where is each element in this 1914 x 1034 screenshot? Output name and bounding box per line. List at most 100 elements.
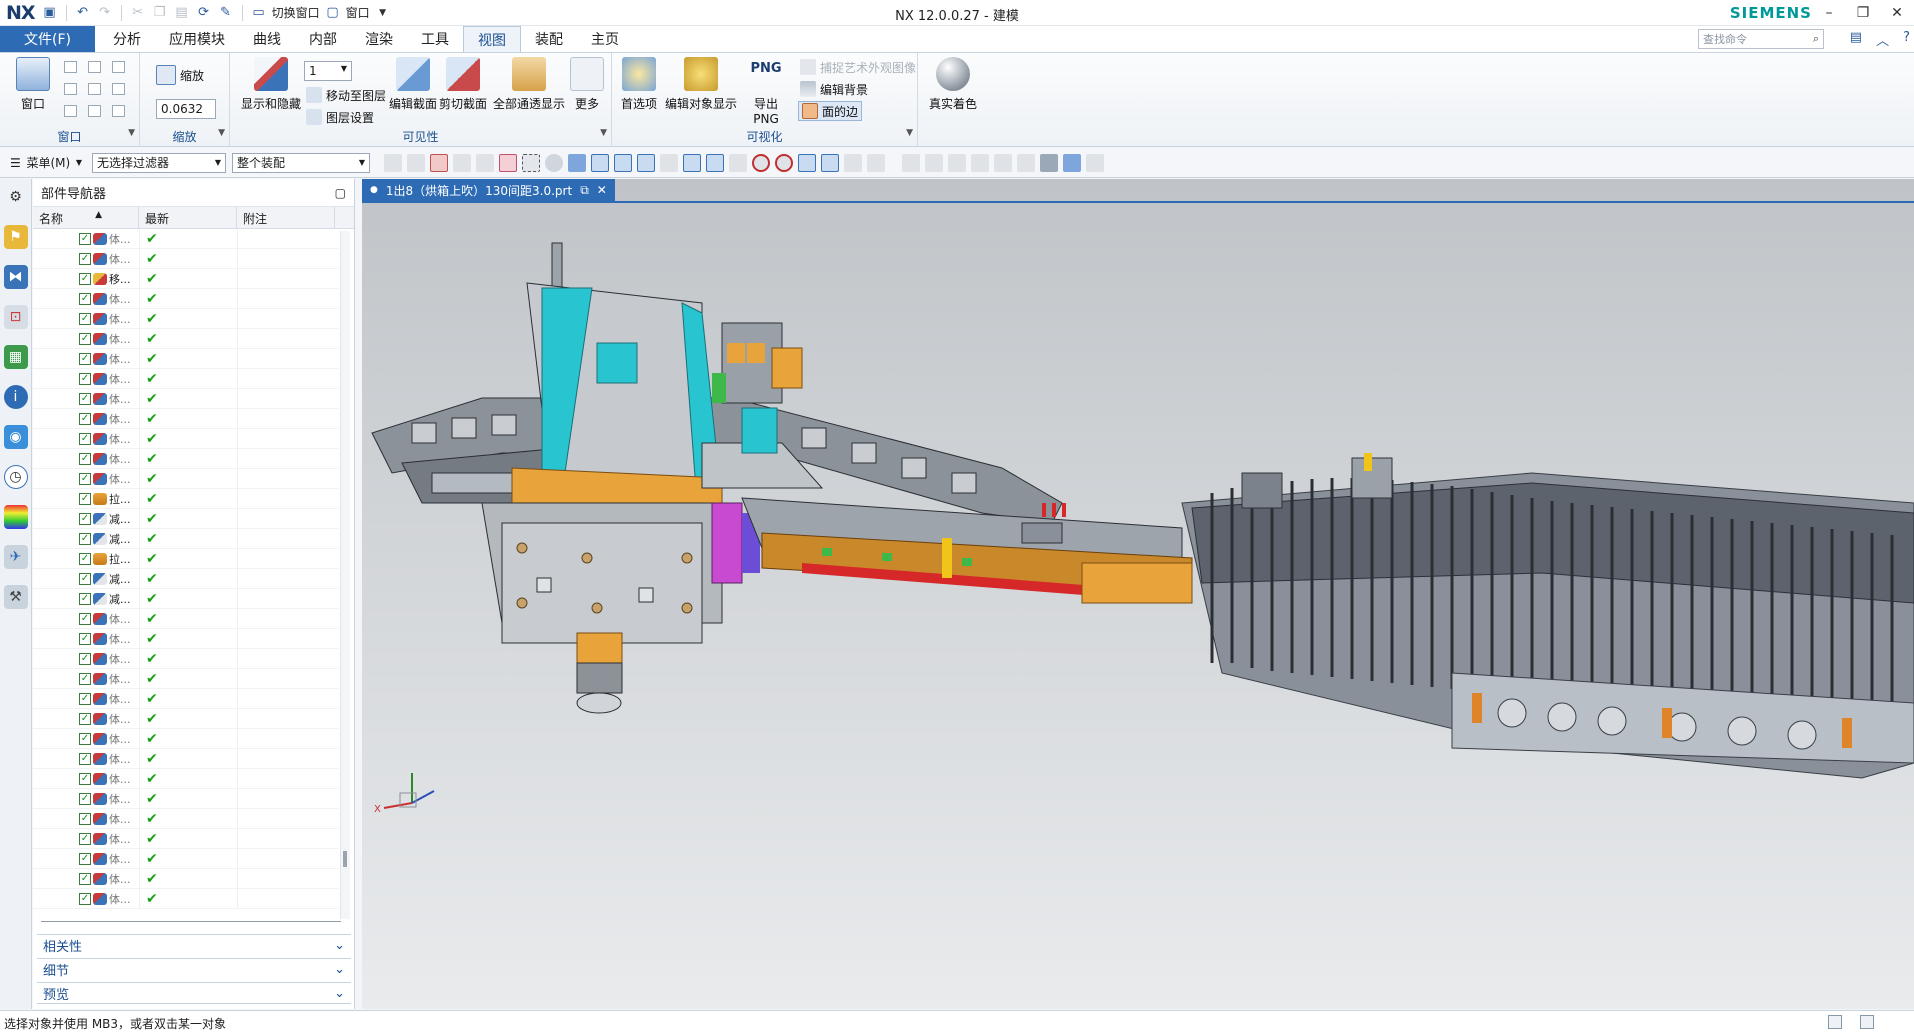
arc-center-icon[interactable] — [706, 153, 724, 172]
bounded-grid-icon[interactable] — [844, 153, 862, 172]
visibility-checkbox[interactable]: ✓ — [79, 852, 91, 865]
select-all-icon[interactable] — [407, 153, 425, 172]
navigator-scrollbar[interactable] — [340, 231, 350, 919]
control-point-icon[interactable] — [660, 153, 678, 172]
save-icon[interactable]: ▣ — [41, 4, 59, 22]
visibility-checkbox[interactable]: ✓ — [79, 352, 91, 365]
paste-icon[interactable]: ▤ — [173, 4, 191, 22]
visibility-checkbox[interactable]: ✓ — [79, 492, 91, 505]
window-icon[interactable]: ▢ — [324, 4, 342, 22]
visibility-checkbox[interactable]: ✓ — [79, 392, 91, 405]
navigator-row[interactable]: ✓ 拉... ✔ — [33, 548, 338, 569]
cut-icon[interactable]: ✂ — [129, 4, 147, 22]
info-icon[interactable]: i — [3, 385, 28, 409]
navigator-row[interactable]: ✓ 体... ✔ — [33, 408, 338, 429]
layout-single-icon[interactable] — [64, 61, 77, 73]
filter-icon[interactable] — [384, 153, 402, 172]
constraint-navigator-icon[interactable]: ⧓ — [3, 265, 28, 289]
navigator-row[interactable]: ✓ 拉... ✔ — [33, 488, 338, 509]
navigator-row[interactable]: ✓ 体... ✔ — [33, 768, 338, 789]
process-studio-icon[interactable]: ✈ — [3, 545, 28, 569]
assembly-model-view[interactable]: X — [362, 203, 1914, 1009]
window-button[interactable]: 窗口 — [0, 57, 66, 112]
layout-six-icon[interactable] — [64, 105, 77, 117]
navigator-row[interactable]: ✓ 体... ✔ — [33, 648, 338, 669]
zoom-window-icon[interactable] — [925, 153, 943, 172]
deselect-icon[interactable] — [476, 153, 494, 172]
navigator-row[interactable]: ✓ 体... ✔ — [33, 468, 338, 489]
search-icon[interactable]: ⌕ — [1813, 32, 1819, 46]
rectangle-select-icon[interactable] — [430, 153, 448, 172]
panel-preview[interactable]: 预览 ⌄ — [37, 982, 351, 1004]
visibility-checkbox[interactable]: ✓ — [79, 272, 91, 285]
endpoint-icon[interactable] — [614, 153, 632, 172]
navigator-row[interactable]: ✓ 减... ✔ — [33, 528, 338, 549]
restore-icon[interactable]: ❐ — [1846, 0, 1880, 26]
visibility-checkbox[interactable]: ✓ — [79, 712, 91, 725]
tab-assembly[interactable]: 装配 — [521, 26, 577, 52]
edit-object-display-button[interactable]: 编辑对象显示 — [664, 57, 738, 112]
visibility-checkbox[interactable]: ✓ — [79, 612, 91, 625]
visibility-checkbox[interactable]: ✓ — [79, 772, 91, 785]
export-png-button[interactable]: PNG 导出 PNG — [740, 57, 792, 126]
zoom-button[interactable]: 缩放 — [156, 65, 204, 85]
navigator-row[interactable]: ✓ 体... ✔ — [33, 788, 338, 809]
true-shading-button[interactable]: 真实着色 — [920, 57, 986, 112]
orient-view-icon[interactable] — [1017, 153, 1035, 172]
visibility-checkbox[interactable]: ✓ — [79, 452, 91, 465]
quadrant-icon[interactable] — [729, 153, 747, 172]
navigator-row[interactable]: ✓ 移... ✔ — [33, 268, 338, 289]
horizontal-scrollbar[interactable] — [41, 921, 341, 922]
navigator-row[interactable]: ✓ 体... ✔ — [33, 888, 338, 909]
navigator-row[interactable]: ✓ 减... ✔ — [33, 508, 338, 529]
type-filter-select[interactable]: 无选择过滤器 ▼ — [92, 152, 226, 173]
collapse-ribbon-icon[interactable]: ︿ — [1876, 30, 1889, 49]
part-file-tab[interactable]: ● 1出8（烘箱上吹）130间距3.0.prt ⧉ ✕ — [362, 179, 615, 201]
layout-split-v-icon[interactable] — [88, 83, 101, 95]
preferences-button[interactable]: 首选项 — [616, 57, 662, 112]
navigator-row[interactable]: ✓ 体... ✔ — [33, 748, 338, 769]
tab-analysis[interactable]: 分析 — [99, 26, 155, 52]
edit-section-button[interactable]: 编辑截面 — [386, 57, 440, 112]
visibility-checkbox[interactable]: ✓ — [79, 672, 91, 685]
refresh-icon[interactable] — [994, 153, 1012, 172]
navigator-row[interactable]: ✓ 体... ✔ — [33, 828, 338, 849]
navigator-row[interactable]: ✓ 体... ✔ — [33, 368, 338, 389]
tab-file[interactable]: 文件(F) — [0, 26, 95, 52]
visibility-checkbox[interactable]: ✓ — [79, 732, 91, 745]
tab-home[interactable]: 主页 — [577, 26, 633, 52]
visibility-checkbox[interactable]: ✓ — [79, 432, 91, 445]
copy-icon[interactable]: ❐ — [151, 4, 169, 22]
visibility-checkbox[interactable]: ✓ — [79, 632, 91, 645]
snap-enable-icon[interactable] — [591, 153, 609, 172]
layout-four-icon[interactable] — [112, 61, 125, 73]
column-latest[interactable]: 最新 — [139, 207, 237, 228]
redo-icon[interactable]: ↷ — [96, 4, 114, 22]
switch-window-button[interactable]: 切换窗口 — [272, 4, 320, 21]
menu-button[interactable]: ☰ 菜单(M) ▼ — [6, 153, 86, 173]
view-icon[interactable] — [867, 153, 885, 172]
navigator-row[interactable]: ✓ 体... ✔ — [33, 708, 338, 729]
navigator-row[interactable]: ✓ 体... ✔ — [33, 728, 338, 749]
pointer-icon[interactable] — [453, 153, 471, 172]
help-icon[interactable]: ? — [1903, 30, 1910, 49]
lasso-select-icon[interactable] — [522, 153, 540, 172]
navigator-row[interactable]: ✓ 体... ✔ — [33, 628, 338, 649]
reuse-library-icon[interactable]: ▦ — [3, 345, 28, 369]
web-browser-icon[interactable]: ◉ — [3, 425, 28, 449]
snap-settings-icon[interactable] — [499, 153, 517, 172]
history-icon[interactable]: ◷ — [3, 465, 28, 489]
navigator-row[interactable]: ✓ 体... ✔ — [33, 328, 338, 349]
navigator-row[interactable]: ✓ 体... ✔ — [33, 608, 338, 629]
rotate-icon[interactable] — [948, 153, 966, 172]
move-to-layer-button[interactable]: 移动至图层 — [306, 85, 386, 105]
visibility-checkbox[interactable]: ✓ — [79, 872, 91, 885]
zoom-scale-input[interactable]: 0.0632 — [156, 99, 216, 119]
repeat-command-icon[interactable]: ⟳ — [195, 4, 213, 22]
tab-internal[interactable]: 内部 — [295, 26, 351, 52]
visibility-checkbox[interactable]: ✓ — [79, 412, 91, 425]
point-on-face-icon[interactable] — [821, 153, 839, 172]
tile-windows-icon[interactable] — [1860, 1015, 1874, 1029]
visibility-checkbox[interactable]: ✓ — [79, 372, 91, 385]
navigator-row[interactable]: ✓ 体... ✔ — [33, 428, 338, 449]
